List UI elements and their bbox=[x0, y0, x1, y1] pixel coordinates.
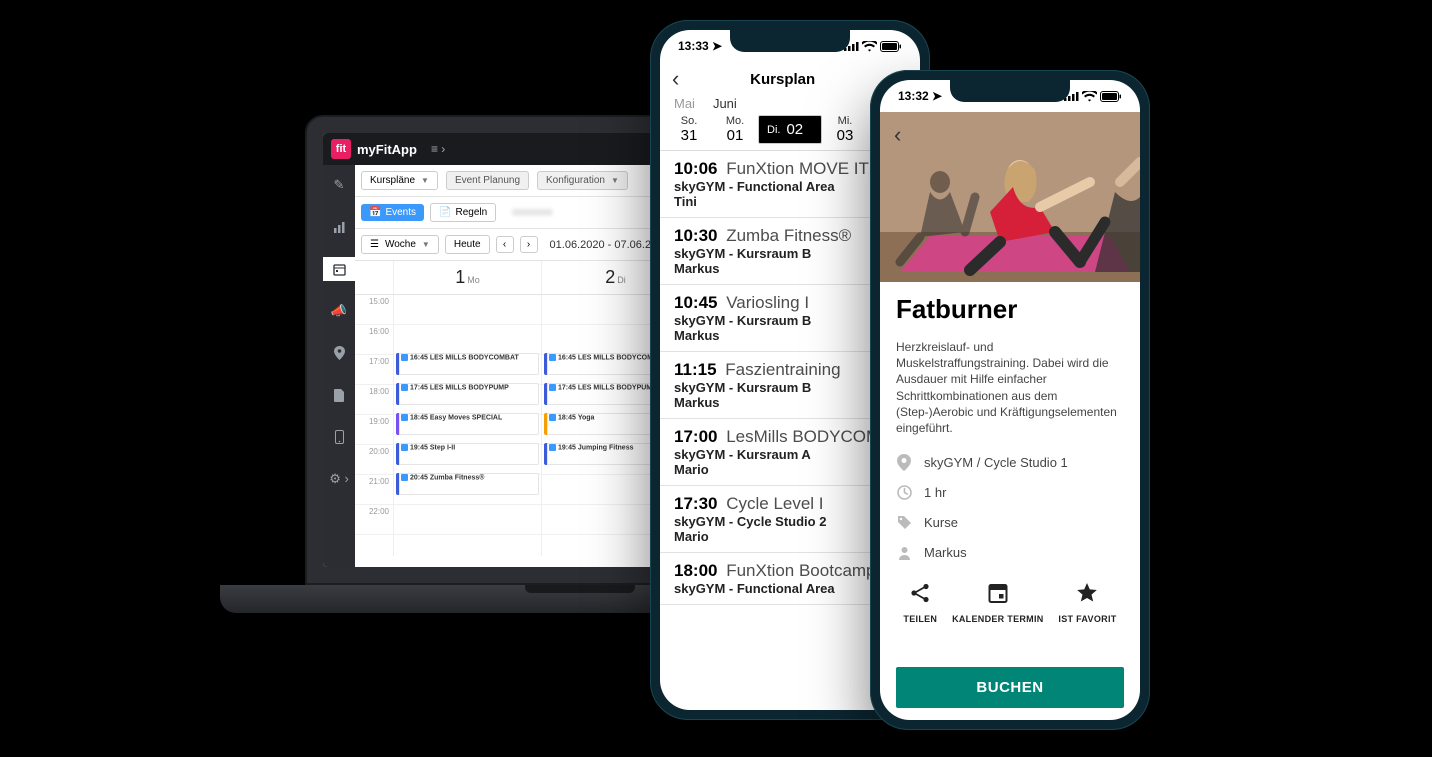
meta-trainer: Markus bbox=[896, 544, 1124, 560]
calendar-column-mo[interactable]: 16:45 LES MILLS BODYCOMBAT 17:45 LES MILL… bbox=[393, 295, 541, 556]
calendar-icon bbox=[988, 582, 1008, 610]
tab-konfiguration[interactable]: Konfiguration▼ bbox=[537, 171, 628, 190]
next-week-button[interactable]: › bbox=[520, 236, 538, 253]
share-icon bbox=[909, 582, 931, 610]
hour-label: 19:00 bbox=[355, 415, 393, 445]
sidebar-settings-icon[interactable]: ⚙ › bbox=[323, 467, 355, 491]
calendar-event[interactable]: 17:45 LES MILLS BODYPUMP bbox=[396, 383, 539, 405]
day-tab[interactable]: So.31 bbox=[666, 115, 712, 144]
app-name: myFitApp bbox=[357, 142, 417, 157]
wifi-icon bbox=[862, 41, 877, 52]
book-button[interactable]: BUCHEN bbox=[896, 667, 1124, 708]
sidebar-document-icon[interactable] bbox=[323, 383, 355, 407]
day-tab[interactable]: Mi.03 bbox=[822, 115, 868, 144]
back-button[interactable]: ‹ bbox=[894, 122, 901, 148]
star-icon bbox=[1076, 582, 1098, 610]
hour-label: 15:00 bbox=[355, 295, 393, 325]
screen-title: Kursplan bbox=[660, 71, 908, 88]
meta-category: Kurse bbox=[896, 514, 1124, 530]
hour-label: 18:00 bbox=[355, 385, 393, 415]
calendar-event[interactable]: 19:45 Step I-II bbox=[396, 443, 539, 465]
btn-regeln[interactable]: 📄 Regeln bbox=[430, 203, 496, 222]
day-tab[interactable]: Di.02 bbox=[758, 115, 822, 144]
dropdown-kursplane[interactable]: Kurspläne▼ bbox=[361, 171, 438, 190]
meta-location: skyGYM / Cycle Studio 1 bbox=[896, 454, 1124, 470]
location-arrow-icon: ➤ bbox=[932, 89, 942, 103]
sidebar-location-icon[interactable] bbox=[323, 341, 355, 365]
class-title: Fatburner bbox=[896, 294, 1124, 325]
battery-icon bbox=[880, 41, 902, 52]
day-tab[interactable]: Mo.01 bbox=[712, 115, 758, 144]
hour-label: 22:00 bbox=[355, 505, 393, 535]
sidebar-stats-icon[interactable] bbox=[323, 215, 355, 239]
hour-label: 21:00 bbox=[355, 475, 393, 505]
hour-label: 20:00 bbox=[355, 445, 393, 475]
hour-label: 17:00 bbox=[355, 355, 393, 385]
btn-today[interactable]: Heute bbox=[445, 235, 490, 254]
person-icon bbox=[896, 544, 912, 560]
calendar-event[interactable]: 18:45 Easy Moves SPECIAL bbox=[396, 413, 539, 435]
location-pin-icon bbox=[896, 454, 912, 470]
sidebar-mobile-icon[interactable] bbox=[323, 425, 355, 449]
location-arrow-icon: ➤ bbox=[712, 39, 722, 53]
phone-detail-mockup: 13:32 ➤ ‹ bbox=[870, 70, 1150, 730]
battery-icon bbox=[1100, 91, 1122, 102]
tag-icon bbox=[896, 514, 912, 530]
app-sidebar: ✎ 📣 ⚙ › bbox=[323, 165, 355, 567]
sidebar-announce-icon[interactable]: 📣 bbox=[323, 299, 355, 323]
tab-event-planung[interactable]: Event Planung bbox=[446, 171, 529, 190]
dropdown-view[interactable]: ☰ Woche▼ bbox=[361, 235, 439, 254]
calendar-event[interactable]: 20:45 Zumba Fitness® bbox=[396, 473, 539, 495]
class-description: Herzkreislauf- und Muskelstraffungstrain… bbox=[896, 339, 1124, 436]
calendar-button[interactable]: KALENDER TERMIN bbox=[952, 582, 1044, 624]
calendar-day-header[interactable]: 1Mo bbox=[393, 261, 541, 294]
calendar-event[interactable]: 16:45 LES MILLS BODYCOMBAT bbox=[396, 353, 539, 375]
blurred-field: xxxxxxxx bbox=[502, 204, 562, 221]
share-button[interactable]: TEILEN bbox=[903, 582, 937, 624]
meta-duration: 1 hr bbox=[896, 484, 1124, 500]
sidebar-calendar-icon[interactable] bbox=[323, 257, 355, 281]
app-logo: fit bbox=[331, 139, 351, 159]
clock-icon bbox=[896, 484, 912, 500]
menu-toggle-icon[interactable]: ≡ › bbox=[431, 142, 445, 156]
hour-label: 16:00 bbox=[355, 325, 393, 355]
hero-image bbox=[880, 112, 1140, 282]
btn-events[interactable]: 📅 Events bbox=[361, 204, 424, 221]
wifi-icon bbox=[1082, 91, 1097, 102]
sidebar-edit-icon[interactable]: ✎ bbox=[323, 173, 355, 197]
favorite-button[interactable]: IST FAVORIT bbox=[1058, 582, 1116, 624]
prev-week-button[interactable]: ‹ bbox=[496, 236, 514, 253]
